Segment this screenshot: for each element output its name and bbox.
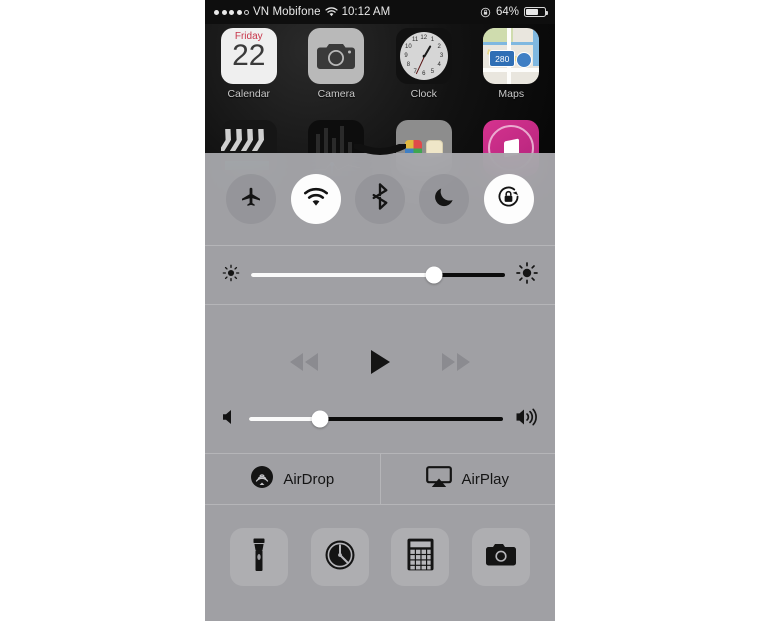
app-label: Maps [498,88,525,100]
status-bar-time: 10:12 AM [341,6,391,18]
app-label: Camera [317,88,355,100]
brightness-row [205,246,555,304]
app-calendar[interactable]: Friday 22 Calendar [205,28,293,100]
calculator-button[interactable] [391,528,450,586]
wifi-icon [325,7,338,17]
calculator-icon [407,538,434,576]
airdrop-icon [250,465,274,493]
fast-forward-icon[interactable] [437,350,475,379]
volume-high-icon [515,408,538,431]
timer-icon [324,539,356,576]
rotation-lock-toggle[interactable] [483,174,534,224]
volume-slider-knob [311,410,329,428]
airplay-icon [426,466,453,492]
calendar-icon: Friday 22 [220,28,277,84]
battery-icon [524,7,548,17]
volume-low-icon [222,409,237,430]
app-label: Calendar [227,88,271,100]
wifi-icon [303,187,329,212]
play-icon[interactable] [368,348,392,381]
battery-percent-label: 64% [495,6,519,18]
phone-screen: VN Mobifone 10:12 AM 64% Friday 22 Calen… [205,0,555,621]
brightness-low-icon [222,264,240,287]
volume-slider[interactable] [249,410,503,428]
volume-row [205,408,555,431]
brightness-high-icon [516,261,538,289]
clock-icon: 12 1 2 3 4 5 6 7 8 9 10 11 [395,28,452,84]
shortcut-row [205,505,555,609]
camera-icon [484,542,518,573]
timer-button[interactable] [310,528,369,586]
toggle-row [205,153,555,245]
camera-button[interactable] [471,528,530,586]
bluetooth-icon [370,183,390,215]
transport-row [205,328,555,402]
app-clock[interactable]: 12 1 2 3 4 5 6 7 8 9 10 11 Clock [380,28,468,100]
control-center-panel: AirDrop AirPlay [205,142,555,621]
status-bar-left: VN Mobifone 10:12 AM [214,6,390,18]
airplay-button[interactable]: AirPlay [381,454,556,504]
status-bar: VN Mobifone 10:12 AM 64% [205,0,555,24]
wifi-toggle[interactable] [290,174,341,224]
bluetooth-toggle[interactable] [354,174,405,224]
app-camera[interactable]: Camera [293,28,381,100]
app-label: Clock [410,88,437,100]
airplane-icon [239,185,263,214]
rewind-icon[interactable] [285,350,323,379]
camera-icon [308,28,365,84]
flashlight-button[interactable] [230,528,289,586]
signal-strength-icon [214,9,249,15]
airplay-label: AirPlay [461,470,509,488]
maps-icon: 280 [483,28,540,84]
screenshot-root: VN Mobifone 10:12 AM 64% Friday 22 Calen… [0,0,760,621]
sharing-row: AirDrop AirPlay [205,454,555,504]
carrier-label: VN Mobifone [253,6,321,18]
airplane-mode-toggle[interactable] [226,174,277,224]
status-bar-right: 64% [480,6,548,18]
app-maps[interactable]: 280 Maps [468,28,556,100]
flashlight-icon [250,538,268,577]
media-controls [205,305,555,453]
clock-face: 12 1 2 3 4 5 6 7 8 9 10 11 [399,32,448,80]
brightness-slider-knob [425,266,443,284]
home-screen: Friday 22 Calendar Camera 12 1 2 3 4 5 6… [205,24,555,176]
home-icon-row-1: Friday 22 Calendar Camera 12 1 2 3 4 5 6… [205,28,555,100]
brightness-slider[interactable] [251,266,505,284]
rotation-lock-icon [495,183,522,215]
do-not-disturb-toggle[interactable] [419,174,470,224]
route-shield: 280 [489,50,516,67]
airdrop-button[interactable]: AirDrop [205,454,380,504]
rotation-lock-icon [480,7,491,18]
moon-icon [433,185,456,213]
calendar-day: 22 [232,39,266,72]
airdrop-label: AirDrop [283,470,335,488]
map-pin-icon [516,52,533,68]
